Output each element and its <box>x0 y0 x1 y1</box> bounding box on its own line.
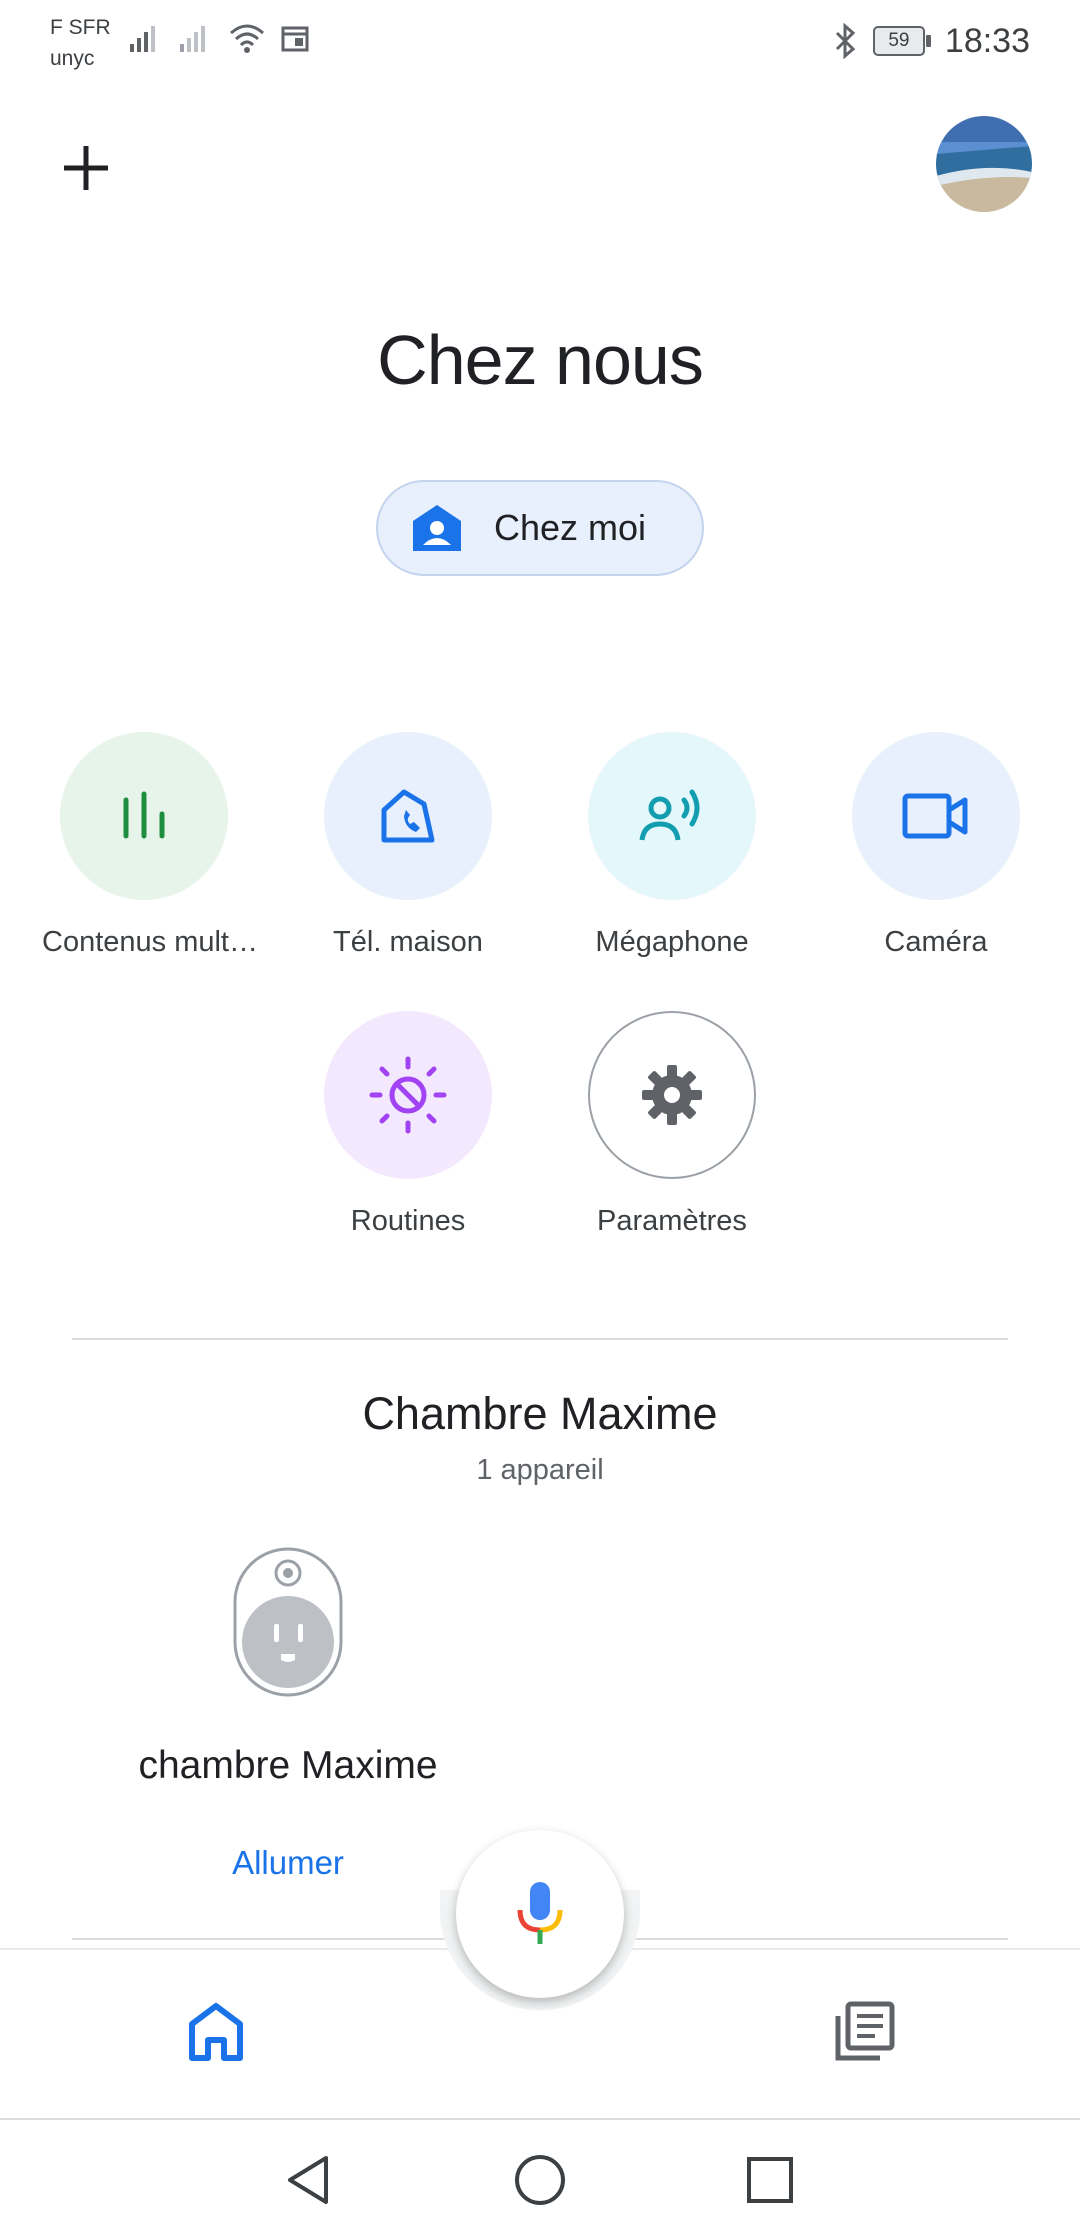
home-phone-circle[interactable] <box>324 732 492 900</box>
feed-icon <box>835 2001 895 2061</box>
system-nav-bar <box>0 2120 1080 2240</box>
home-phone-icon <box>381 789 435 843</box>
clock: 18:33 <box>944 21 1030 60</box>
action-settings[interactable]: Paramètres <box>540 1011 804 1238</box>
camera-icon <box>902 793 968 839</box>
wifi-icon <box>230 24 264 53</box>
nav-home-button[interactable] <box>188 2002 244 2062</box>
routines-circle[interactable] <box>324 1011 492 1179</box>
turn-on-button[interactable]: Allumer <box>188 1844 388 1882</box>
action-label: Routines <box>350 1205 466 1237</box>
room-device-count: 1 appareil <box>476 1454 604 1486</box>
settings-circle[interactable] <box>588 1011 756 1179</box>
action-label: Contenus mult… <box>42 926 258 958</box>
nav-feed-button[interactable] <box>832 2000 896 2064</box>
home-icon <box>189 2003 243 2061</box>
action-home-phone[interactable]: Tél. maison <box>276 732 540 959</box>
device-name: chambre Maxime <box>138 1744 438 1787</box>
device-tile[interactable] <box>232 1546 344 1698</box>
calendar-icon <box>281 26 309 52</box>
action-label: Mégaphone <box>595 926 749 958</box>
bluetooth-icon <box>835 23 856 59</box>
signal-icons <box>128 22 310 54</box>
gear-icon <box>642 1065 702 1125</box>
avatar-beach-image <box>936 116 1032 212</box>
chip-label: Chez moi <box>494 507 647 548</box>
home-title: Chez nous <box>377 321 704 399</box>
signal-icon <box>180 26 205 52</box>
action-routines[interactable]: Routines <box>276 1011 540 1238</box>
carrier-label: F SFR unyc <box>50 16 111 70</box>
media-circle[interactable] <box>60 732 228 900</box>
broadcast-circle[interactable] <box>588 732 756 900</box>
section-divider <box>72 1338 1008 1340</box>
mic-icon <box>517 1882 563 1944</box>
action-label: Tél. maison <box>333 926 483 958</box>
assistant-mic-button[interactable] <box>456 1830 624 1998</box>
broadcast-icon <box>639 789 700 841</box>
action-media[interactable]: Contenus mult… <box>12 732 276 959</box>
home-person-icon <box>413 505 461 551</box>
room-title: Chambre Maxime <box>362 1388 718 1439</box>
plus-icon <box>64 146 108 190</box>
back-icon[interactable] <box>284 2154 332 2206</box>
media-bars-icon <box>123 791 165 839</box>
home-chip-button[interactable]: Chez moi <box>376 480 704 576</box>
action-broadcast[interactable]: Mégaphone <box>540 732 804 959</box>
action-label: Paramètres <box>597 1205 747 1237</box>
smart-plug-icon <box>233 1547 343 1697</box>
camera-circle[interactable] <box>852 732 1020 900</box>
recents-icon[interactable] <box>746 2156 794 2204</box>
action-camera[interactable]: Caméra <box>804 732 1068 959</box>
battery-indicator: 59 <box>872 26 931 56</box>
signal-icon <box>130 26 155 52</box>
add-button[interactable] <box>56 138 116 198</box>
avatar[interactable] <box>936 116 1032 212</box>
home-circle-icon[interactable] <box>514 2154 566 2206</box>
action-label: Caméra <box>884 926 988 958</box>
status-right: 59 18:33 <box>833 18 1030 64</box>
routines-sun-icon <box>369 1056 447 1134</box>
